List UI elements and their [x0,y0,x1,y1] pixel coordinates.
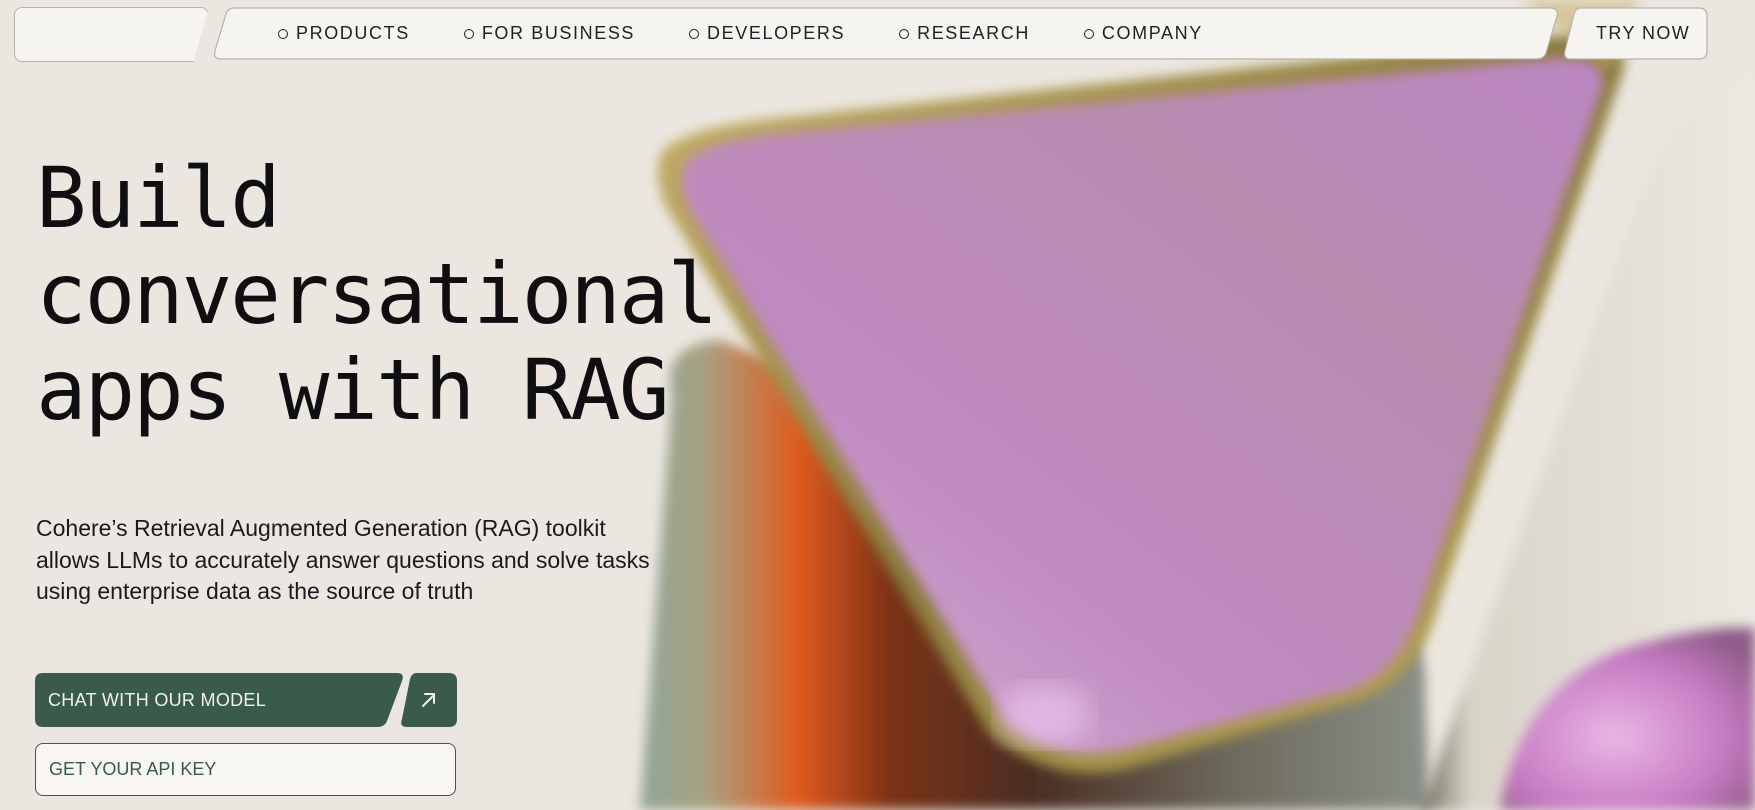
nav-item-label: DEVELOPERS [707,23,846,43]
nav-item-research[interactable]: RESEARCH [899,23,1030,44]
nav-item-label: COMPANY [1101,23,1203,43]
try-now-button[interactable]: TRY NOW [1562,7,1708,60]
nav-item-products[interactable]: PRODUCTS [278,23,410,44]
headline-line-1: Build [36,149,281,247]
circle-bullet-icon [689,28,700,39]
headline-line-2: conversational [36,245,718,343]
circle-bullet-icon [463,28,474,39]
chat-button-label: CHAT WITH OUR MODEL [48,690,267,710]
hero-headline: Build conversational apps with RAG [36,149,718,439]
headline-line-3: apps with RAG [36,341,669,439]
circle-bullet-icon [899,28,910,39]
logo-area[interactable] [14,7,209,62]
nav-item-label: PRODUCTS [296,23,410,43]
nav-item-company[interactable]: COMPANY [1083,23,1203,44]
nav-item-label: FOR BUSINESS [481,23,636,43]
nav-item-for-business[interactable]: FOR BUSINESS [463,23,636,44]
nav-item-label: RESEARCH [917,23,1030,43]
chat-with-model-button[interactable]: CHAT WITH OUR MODEL [35,673,405,727]
arrow-up-right-icon [401,673,457,727]
main-navigation: PRODUCTS FOR BUSINESS DEVELOPERS RESEARC… [212,7,1560,60]
api-button-label: GET YOUR API KEY [49,759,217,779]
hero-description: Cohere’s Retrieval Augmented Generation … [36,515,650,604]
nav-item-developers[interactable]: DEVELOPERS [689,23,845,44]
get-api-key-button[interactable]: GET YOUR API KEY [35,743,456,796]
circle-bullet-icon [1083,28,1094,39]
circle-bullet-icon [278,28,288,39]
try-now-label: TRY NOW [1596,23,1691,43]
chat-arrow-button[interactable] [399,673,457,727]
